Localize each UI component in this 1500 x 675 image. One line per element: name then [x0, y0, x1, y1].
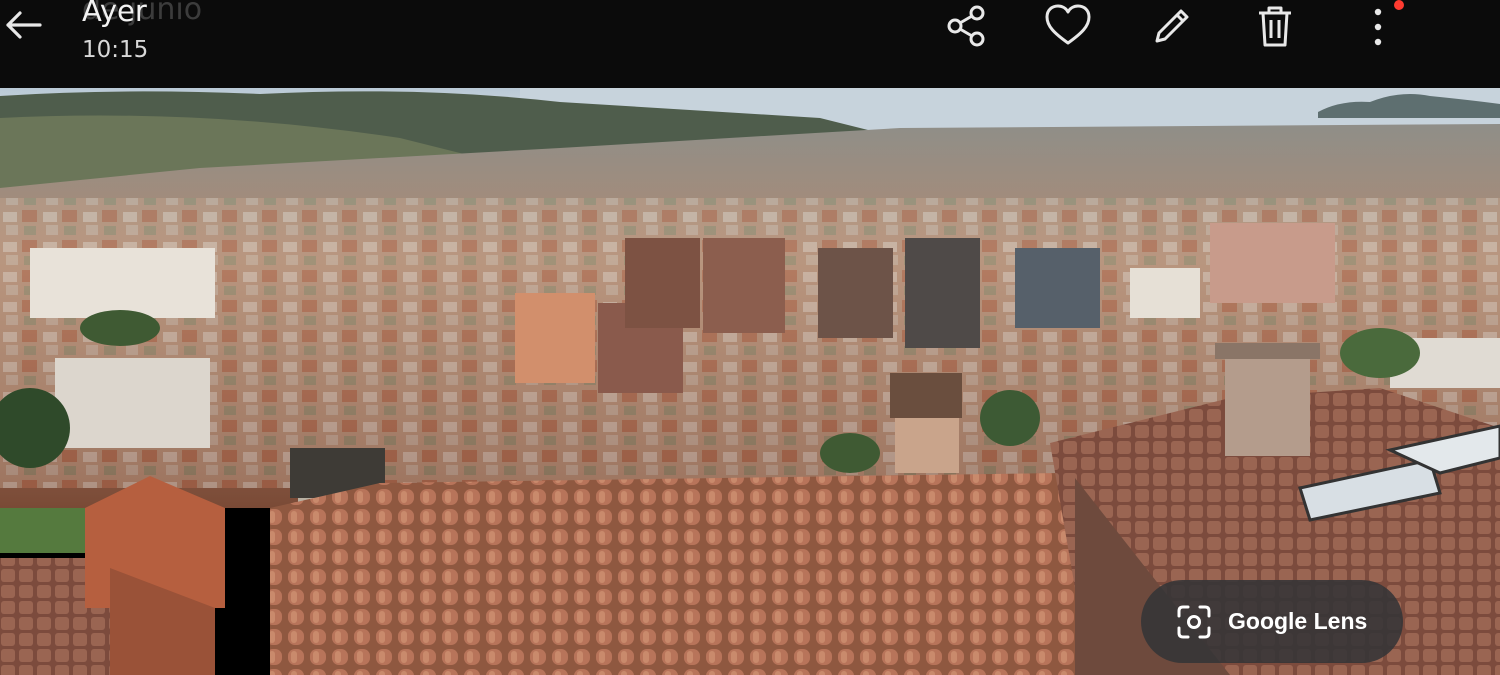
- delete-button[interactable]: [1249, 0, 1301, 52]
- lens-scan-icon: [1177, 605, 1211, 638]
- notification-dot: [1394, 0, 1404, 10]
- favorite-button[interactable]: [1042, 0, 1094, 52]
- pencil-icon: [1155, 9, 1189, 43]
- edit-button[interactable]: [1146, 0, 1198, 52]
- arrow-left-icon: [6, 11, 42, 39]
- more-vertical-icon: [1374, 8, 1382, 46]
- date-title: Ayer: [82, 0, 147, 28]
- top-app-bar: de junio Ayer 10:15: [0, 0, 1500, 88]
- share-button[interactable]: [940, 0, 992, 52]
- heart-icon: [1045, 4, 1091, 45]
- google-lens-label: Google Lens: [1228, 608, 1368, 634]
- back-button[interactable]: [0, 5, 44, 45]
- trash-icon: [1259, 6, 1291, 47]
- time-label: 10:15: [82, 37, 149, 63]
- google-lens-button[interactable]: Google Lens: [1141, 580, 1403, 663]
- share-icon: [947, 5, 985, 47]
